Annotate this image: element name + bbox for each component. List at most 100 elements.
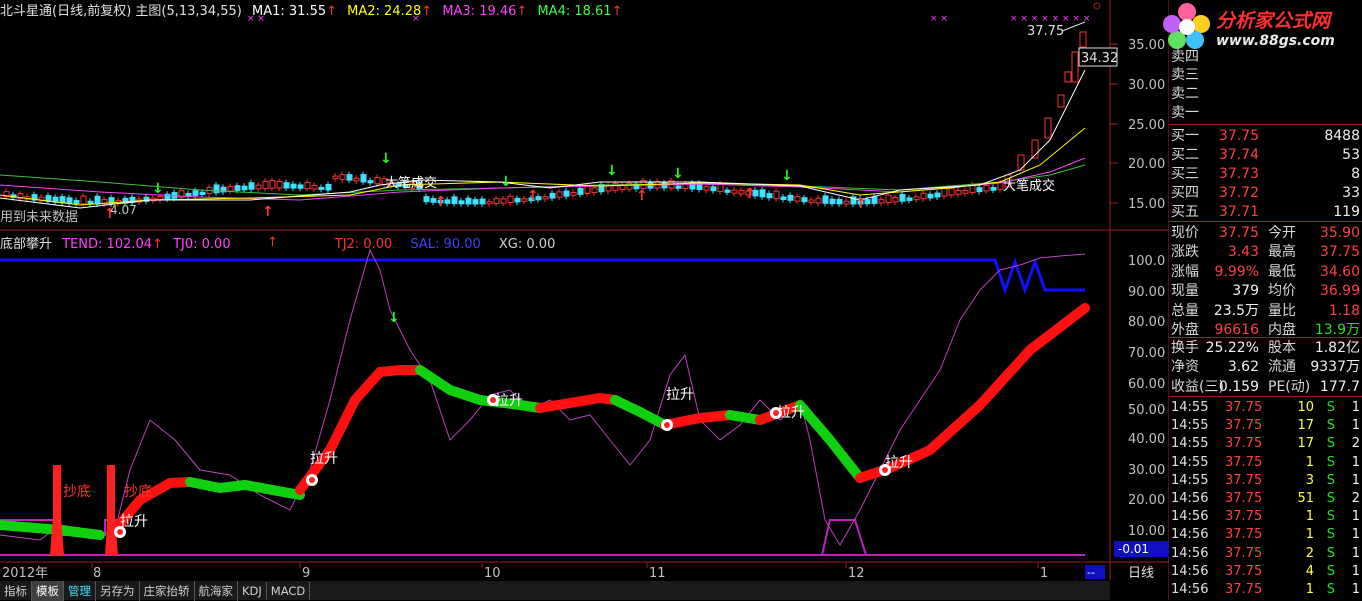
- candle-body: [1079, 31, 1087, 48]
- tick-row: 14:56 37.75 2 S 1: [1169, 545, 1362, 563]
- indicator-tick: 60.00: [1128, 377, 1165, 392]
- candle-body: [675, 185, 682, 189]
- candle-body: [773, 190, 780, 200]
- tick-time: 14:55: [1171, 418, 1209, 434]
- tab-save-as[interactable]: 另存为: [96, 581, 140, 601]
- stat-row: 现价 37.75 今开 35.90: [1169, 224, 1362, 242]
- svg-text:↓: ↓: [152, 181, 164, 197]
- buy-level-label: 买一: [1171, 128, 1199, 144]
- tick-volume: 1: [1305, 454, 1314, 470]
- tick-volume: 10: [1297, 400, 1314, 415]
- buy-circles: [114, 394, 891, 538]
- buy-level-volume: 53: [1342, 147, 1360, 163]
- tick-count: 2: [1351, 491, 1360, 506]
- tick-row: 14:55 37.75 17 S 1: [1169, 417, 1362, 435]
- stat-label: 今开: [1268, 225, 1296, 241]
- tj2-value: TJ2: 0.00: [334, 237, 393, 252]
- trend-down-segment: [610, 395, 670, 430]
- candle-body: [822, 195, 829, 204]
- candle-body: [304, 181, 311, 190]
- svg-text:↓: ↓: [781, 168, 793, 184]
- sal-line: [0, 257, 1085, 295]
- sal-value: SAL: 90.00: [410, 237, 481, 252]
- stat-label: 最低: [1268, 263, 1296, 280]
- corner-marker: [1093, 2, 1101, 10]
- tick-volume: 4: [1305, 563, 1314, 579]
- indicator-tick: 50.00: [1128, 403, 1165, 418]
- candle-body: [934, 192, 941, 198]
- buy-level-label: 买三: [1171, 166, 1199, 182]
- period-label[interactable]: 日线: [1128, 566, 1154, 581]
- sell-level-label: 卖二: [1171, 86, 1199, 102]
- buy-level-price: 37.74: [1218, 147, 1259, 163]
- rise-label: 拉升: [120, 514, 148, 530]
- tab-macd[interactable]: MACD: [267, 582, 311, 600]
- tick-count: 1: [1351, 582, 1360, 597]
- tend-value: TEND: 102.04: [62, 237, 153, 252]
- stat-row: 涨幅 9.99% 最低 34.60: [1169, 263, 1362, 281]
- svg-text:↑: ↑: [744, 186, 756, 202]
- stat-value: 37.75: [1218, 225, 1259, 241]
- tab-manage[interactable]: 管理: [64, 581, 96, 601]
- indicator-tick: 90.00: [1128, 285, 1165, 300]
- stat-value: 35.90: [1319, 225, 1360, 241]
- tick-volume: 3: [1305, 472, 1314, 488]
- indicator-name[interactable]: 底部攀升: [0, 237, 52, 252]
- candle-body: [542, 196, 549, 200]
- candle-body: [1017, 154, 1025, 171]
- candle-body: [73, 199, 80, 205]
- candle-body: [724, 189, 731, 193]
- candle-body: [927, 193, 934, 199]
- trend-band: [0, 303, 1090, 540]
- tick-row: 14:55 37.75 3 S 1: [1169, 472, 1362, 490]
- tab-kdj[interactable]: KDJ: [238, 582, 267, 600]
- stat-label: 现价: [1171, 225, 1199, 241]
- svg-text:↑: ↑: [855, 196, 867, 212]
- candle-body: [563, 190, 570, 197]
- big-trade-note: 大笔成交: [385, 175, 437, 191]
- candle-body: [451, 196, 458, 205]
- candle-body: [94, 195, 101, 205]
- stat-row: 净资 3.62 流通 9337万: [1169, 358, 1362, 376]
- candle-body: [990, 186, 997, 191]
- candle-body: [353, 177, 360, 182]
- indicator-tick: 80.00: [1128, 315, 1165, 330]
- candle-body: [836, 199, 843, 205]
- candle-body: [234, 185, 241, 191]
- candle-body: [255, 184, 262, 190]
- candle-body: [311, 184, 318, 190]
- stat-value: 1.82亿: [1314, 340, 1360, 356]
- candle-body: [269, 180, 276, 189]
- top-markers: × × × × × × × × × × × × ×: [247, 14, 1090, 24]
- stat-label: 均价: [1268, 283, 1296, 300]
- tick-count: 1: [1351, 472, 1360, 488]
- candle-body: [878, 199, 885, 204]
- buy-level-label: 买二: [1171, 147, 1199, 163]
- tick-price: 37.75: [1225, 563, 1263, 579]
- tab-zhuangjia[interactable]: 庄家抬轿: [140, 581, 195, 601]
- svg-text:↑: ↑: [636, 188, 648, 204]
- sell-level-label: 卖四: [1171, 49, 1199, 65]
- candle-body: [906, 197, 913, 201]
- tick-side: S: [1326, 454, 1335, 470]
- tab-indicator[interactable]: 指标: [0, 581, 32, 601]
- sell-arrow: ↓: [388, 310, 400, 326]
- candle-body: [290, 183, 297, 189]
- tick-time: 14:56: [1171, 491, 1209, 506]
- buy-level-row: 买四 37.72 33: [1169, 184, 1362, 202]
- stat-value: 177.7: [1319, 378, 1360, 395]
- high-price-label: 37.75: [1027, 24, 1064, 39]
- indicator-tick: 40.00: [1128, 432, 1165, 447]
- tick-price: 37.75: [1225, 418, 1263, 434]
- tab-hanghaijia[interactable]: 航海家: [195, 581, 238, 601]
- oscillator-line: [0, 248, 1086, 546]
- svg-text:× × × × × × × ×: × × × × × × × ×: [1010, 14, 1090, 24]
- buy-level-volume: 33: [1342, 185, 1360, 201]
- tick-count: 2: [1351, 436, 1360, 452]
- tick-row: 14:56 37.75 1 S 1: [1169, 581, 1362, 599]
- tab-template[interactable]: 模板: [32, 581, 64, 601]
- buy-level-volume: 8488: [1324, 128, 1360, 144]
- tick-count: 1: [1351, 545, 1360, 561]
- buy-level-price: 37.72: [1218, 185, 1259, 201]
- chart-canvas[interactable]: 35.00 30.00 25.00 20.00 15.00 ↓ ↓ ↓ ↓ ↓ …: [0, 0, 1169, 600]
